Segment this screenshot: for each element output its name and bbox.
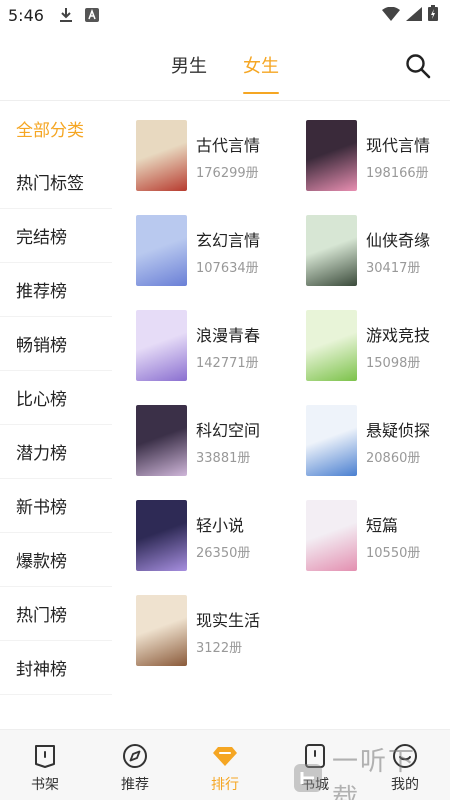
category-name: 仙侠奇缘 [366, 231, 431, 250]
sidebar-item-all-categories[interactable]: 全部分类 [0, 101, 112, 155]
category-name: 轻小说 [196, 516, 245, 535]
category-cover [136, 595, 187, 666]
category-cover [306, 500, 357, 571]
watermark: 一听下载 [292, 747, 442, 800]
status-bar: 5:46 [0, 0, 450, 30]
category-cover [306, 405, 357, 476]
category-name: 现实生活 [196, 611, 261, 630]
category-item[interactable]: 浪漫青春 142771册 [136, 310, 286, 382]
category-item[interactable]: 短篇 10550册 [306, 500, 450, 572]
sidebar-item-potential[interactable]: 潜力榜 [0, 425, 112, 479]
nav-label: 排行 [211, 777, 239, 793]
signal-icon [406, 6, 422, 25]
category-cover [306, 310, 357, 381]
status-time: 5:46 [8, 5, 44, 25]
search-icon [404, 54, 432, 84]
nav-label: 书架 [31, 777, 59, 793]
tab-male[interactable]: 男生 [153, 30, 225, 100]
category-count: 33881册 [196, 451, 251, 466]
sidebar-item-bestseller[interactable]: 畅销榜 [0, 317, 112, 371]
category-count: 15098册 [366, 356, 421, 371]
download-icon [58, 7, 74, 23]
nav-label: 推荐 [121, 777, 149, 793]
gender-tabs: 男生 女生 [0, 30, 450, 100]
category-item[interactable]: 现代言情 198166册 [306, 120, 450, 192]
category-count: 10550册 [366, 546, 421, 561]
category-cover [136, 405, 187, 476]
sidebar-item-legend[interactable]: 封神榜 [0, 641, 112, 695]
category-cover [306, 120, 357, 191]
category-item[interactable]: 科幻空间 33881册 [136, 405, 286, 477]
app-notification-icon [84, 7, 100, 23]
watermark-text: 一听下载 [332, 747, 417, 800]
category-item[interactable]: 玄幻言情 107634册 [136, 215, 286, 287]
category-count: 142771册 [196, 356, 259, 371]
category-name: 游戏竞技 [366, 326, 431, 345]
bookshelf-icon [31, 742, 59, 770]
nav-bookshelf[interactable]: 书架 [0, 730, 90, 800]
category-count: 30417册 [366, 261, 421, 276]
category-count: 198166册 [366, 166, 429, 181]
sidebar-item-recommended[interactable]: 推荐榜 [0, 263, 112, 317]
category-cover [136, 120, 187, 191]
category-count: 20860册 [366, 451, 421, 466]
watermark-logo-icon [292, 762, 324, 794]
sidebar-item-hot-tags[interactable]: 热门标签 [0, 155, 112, 209]
wifi-icon [382, 6, 400, 25]
nav-recommend[interactable]: 推荐 [90, 730, 180, 800]
category-name: 浪漫青春 [196, 326, 261, 345]
category-item[interactable]: 游戏竞技 15098册 [306, 310, 450, 382]
tab-female[interactable]: 女生 [225, 30, 297, 100]
category-cover [136, 215, 187, 286]
search-button[interactable] [404, 52, 432, 80]
sidebar-item-heart[interactable]: 比心榜 [0, 371, 112, 425]
category-count: 26350册 [196, 546, 251, 561]
category-item[interactable]: 仙侠奇缘 30417册 [306, 215, 450, 287]
category-name: 玄幻言情 [196, 231, 261, 250]
sidebar-item-popular[interactable]: 热门榜 [0, 587, 112, 641]
category-name: 悬疑侦探 [366, 421, 431, 440]
compass-icon [121, 742, 149, 770]
ranking-sidebar: 全部分类 热门标签 完结榜 推荐榜 畅销榜 比心榜 潜力榜 新书榜 爆款榜 热门… [0, 101, 112, 729]
battery-icon [428, 5, 438, 25]
category-item[interactable]: 悬疑侦探 20860册 [306, 405, 450, 477]
category-item[interactable]: 轻小说 26350册 [136, 500, 286, 572]
category-name: 古代言情 [196, 136, 261, 155]
category-name: 科幻空间 [196, 421, 261, 440]
category-name: 现代言情 [366, 136, 431, 155]
category-cover [136, 500, 187, 571]
category-cover [306, 215, 357, 286]
sidebar-item-new-books[interactable]: 新书榜 [0, 479, 112, 533]
category-count: 3122册 [196, 641, 243, 656]
diamond-icon [211, 742, 239, 770]
category-name: 短篇 [366, 516, 399, 535]
category-cover [136, 310, 187, 381]
category-count: 107634册 [196, 261, 259, 276]
sidebar-item-viral[interactable]: 爆款榜 [0, 533, 112, 587]
category-item[interactable]: 现实生活 3122册 [136, 595, 286, 667]
category-item[interactable]: 古代言情 176299册 [136, 120, 286, 192]
category-count: 176299册 [196, 166, 259, 181]
nav-ranking[interactable]: 排行 [180, 730, 270, 800]
sidebar-item-completed[interactable]: 完结榜 [0, 209, 112, 263]
